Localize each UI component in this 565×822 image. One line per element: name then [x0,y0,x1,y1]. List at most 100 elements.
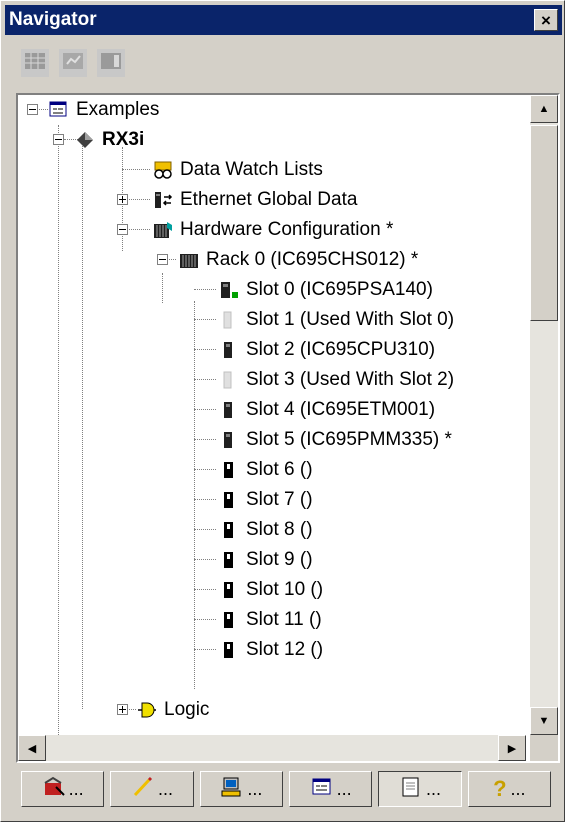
ethernet-module-icon [218,399,240,421]
tree-label: Slot 9 () [246,549,313,570]
empty-module-icon [218,489,240,511]
collapse-hwconfig-toggle[interactable] [117,224,128,235]
empty-module-icon [218,579,240,601]
pencil-icon [131,775,158,804]
tab-data-watch[interactable]: ... [199,771,283,807]
tree-label: Ethernet Global Data [180,189,358,210]
expand-egd-toggle[interactable] [117,194,128,205]
tree-label: Slot 6 () [246,459,313,480]
computer-icon [220,775,247,804]
tree-node-slot-11[interactable]: Slot 11 () [218,605,322,635]
close-button[interactable]: × [534,9,558,31]
tree-node-slot-4[interactable]: Slot 4 (IC695ETM001) [218,395,435,425]
empty-module-icon [218,519,240,541]
tree-label: Slot 4 (IC695ETM001) [246,399,436,420]
tree-node-slot-7[interactable]: Slot 7 () [218,485,313,515]
tree-node-slot-10[interactable]: Slot 10 () [218,575,323,605]
tree-view: Examples RX3i Data Watch Lists Ethernet … [18,95,526,735]
tree-label: Slot 10 () [246,579,324,600]
tree-label: Slot 8 () [246,519,313,540]
project-icon [48,99,70,121]
tree-node-logic[interactable]: Logic [136,695,209,725]
tree-node-slot-12[interactable]: Slot 12 () [218,635,323,665]
tab-toolchest[interactable]: ... [21,771,105,807]
tree-label: Rack 0 (IC695CHS012) * [206,249,419,270]
window-title: Navigator [9,9,97,30]
grid-view-button[interactable] [97,49,125,77]
tree-label: Logic [164,699,210,720]
tree-node-slot-5[interactable]: Slot 5 (IC695PMM335) * [218,425,452,455]
collapse-rx3i-toggle[interactable] [53,134,64,145]
scroll-right-button[interactable]: ▶ [498,735,526,761]
empty-slot-icon [218,309,240,331]
tree-label: Slot 3 (Used With Slot 2) [246,369,455,390]
project-tree[interactable]: Examples RX3i Data Watch Lists Ethernet … [16,93,560,763]
tree-label: RX3i [102,129,145,150]
project-icon [310,775,337,804]
vertical-scroll-thumb[interactable] [530,125,558,321]
scroll-icon [399,775,426,804]
expand-logic-toggle[interactable] [117,704,128,715]
tree-label: Slot 0 (IC695PSA140) [246,279,433,300]
left-arrow-icon: ◀ [27,742,37,755]
navigator-tabs: ... ... ... ... ... ? ... [21,771,551,811]
tab-companion[interactable]: ... [378,771,462,807]
tree-node-slot-6[interactable]: Slot 6 () [218,455,313,485]
scroll-up-button[interactable]: ▲ [530,95,558,123]
tree-node-slot-1[interactable]: Slot 1 (Used With Slot 0) [218,305,454,335]
empty-module-icon [218,459,240,481]
tree-node-data-watch-lists[interactable]: Data Watch Lists [152,155,323,185]
collapse-rack-toggle[interactable] [157,254,168,265]
logic-icon [136,699,158,721]
tree-node-hardware-configuration[interactable]: Hardware Configuration * [152,215,393,245]
navigator-window: Navigator × Examples RX3i Data Watch Lis… [0,0,565,822]
horizontal-scrollbar[interactable]: ◀ ▶ [18,735,526,761]
tree-node-ethernet-global-data[interactable]: Ethernet Global Data [152,185,357,215]
tree-label: Slot 1 (Used With Slot 0) [246,309,455,330]
tree-node-rack-0[interactable]: Rack 0 (IC695CHS012) * [178,245,418,275]
tab-label: ... [68,778,84,799]
collapse-examples-toggle[interactable] [27,104,38,115]
scroll-down-button[interactable]: ▼ [530,707,558,735]
tree-label: Slot 7 () [246,489,313,510]
data-watch-icon [152,159,174,181]
table-view-button[interactable] [21,49,49,77]
grid-view-icon [99,49,123,78]
tree-node-rx3i[interactable]: RX3i [74,125,144,155]
title-bar[interactable]: Navigator × [5,5,562,35]
tab-label: ... [336,778,352,799]
tree-node-slot-2[interactable]: Slot 2 (IC695CPU310) [218,335,435,365]
tree-label: Examples [76,99,160,120]
ladder-view-button[interactable] [59,49,87,77]
motion-module-icon [218,429,240,451]
tab-label: ... [425,778,441,799]
tree-node-slot-8[interactable]: Slot 8 () [218,515,313,545]
tree-label: Hardware Configuration * [180,219,394,240]
vertical-scrollbar[interactable]: ▲ ▼ [530,95,558,735]
empty-module-icon [218,639,240,661]
tab-project[interactable]: ... [288,771,373,807]
ethernet-icon [152,189,174,211]
scroll-left-button[interactable]: ◀ [18,735,46,761]
empty-slot-icon [218,369,240,391]
tree-label: Slot 5 (IC695PMM335) * [246,429,452,450]
toolbar [21,47,125,79]
tab-inspector[interactable]: ... [110,771,194,807]
power-supply-module-icon [218,279,240,301]
up-arrow-icon: ▲ [538,103,550,115]
scrollbar-corner [530,735,558,761]
tree-node-slot-0[interactable]: Slot 0 (IC695PSA140) [218,275,433,305]
cpu-module-icon [218,339,240,361]
tree-node-slot-9[interactable]: Slot 9 () [218,545,313,575]
tree-node-slot-3[interactable]: Slot 3 (Used With Slot 2) [218,365,454,395]
right-arrow-icon: ▶ [507,742,517,755]
down-arrow-icon: ▼ [538,715,550,727]
tab-help[interactable]: ? ... [467,771,551,807]
tab-label: ... [157,778,173,799]
rack-icon [178,249,200,271]
ladder-view-icon [61,49,85,78]
tree-label: Slot 2 (IC695CPU310) [246,339,436,360]
tab-label: ... [247,778,263,799]
tree-node-examples[interactable]: Examples [48,95,159,125]
tree-label: Slot 12 () [246,639,324,660]
